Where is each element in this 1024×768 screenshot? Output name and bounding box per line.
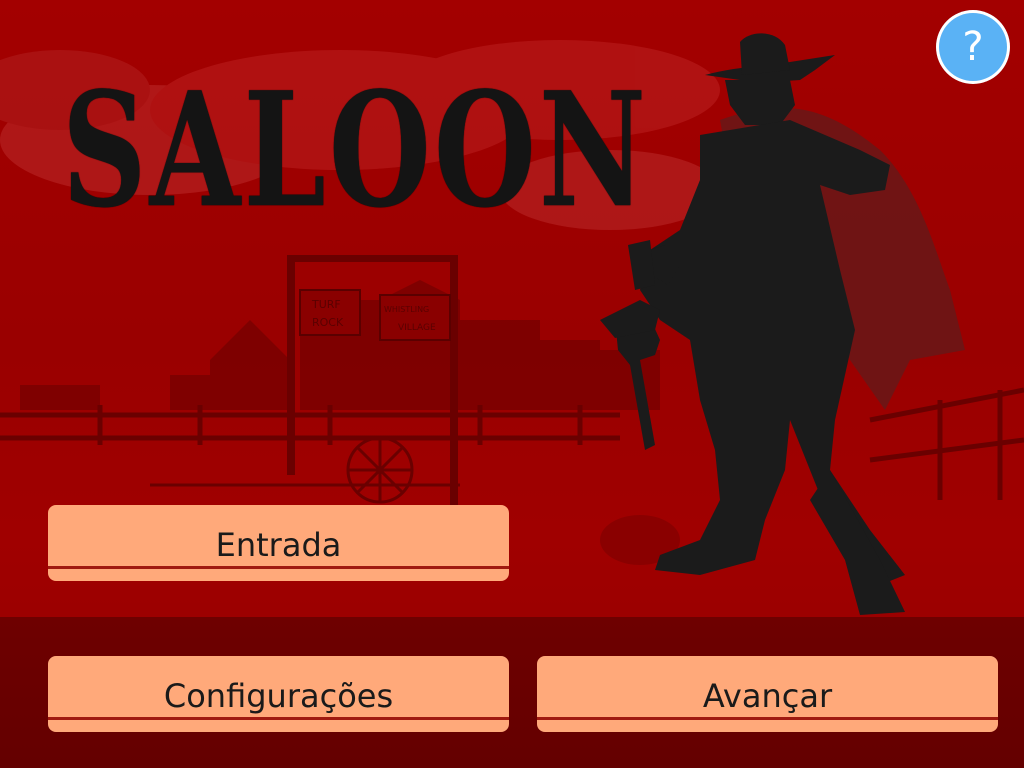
question-mark-icon: ? [939,13,1007,81]
configuracoes-button-label: Configurações [163,677,394,715]
avancar-button-label: Avançar [702,677,833,715]
sign-right-line1: WHISTLING [384,305,429,314]
entrada-button[interactable]: Entrada [48,505,509,581]
title-screen: TURF ROCK WHISTLING VILLAGE SALOON ? Ent… [0,0,1024,768]
entrada-button-label: Entrada [215,526,342,564]
sign-left-line2: ROCK [312,316,344,329]
configuracoes-button[interactable]: Configurações [48,656,509,732]
sign-right-line2: VILLAGE [398,323,436,333]
sign-left-line1: TURF [311,298,341,311]
avancar-button[interactable]: Avançar [537,656,998,732]
game-title: SALOON [62,58,650,243]
wagon-wheel [150,436,460,504]
help-button[interactable]: ? [936,10,1010,84]
